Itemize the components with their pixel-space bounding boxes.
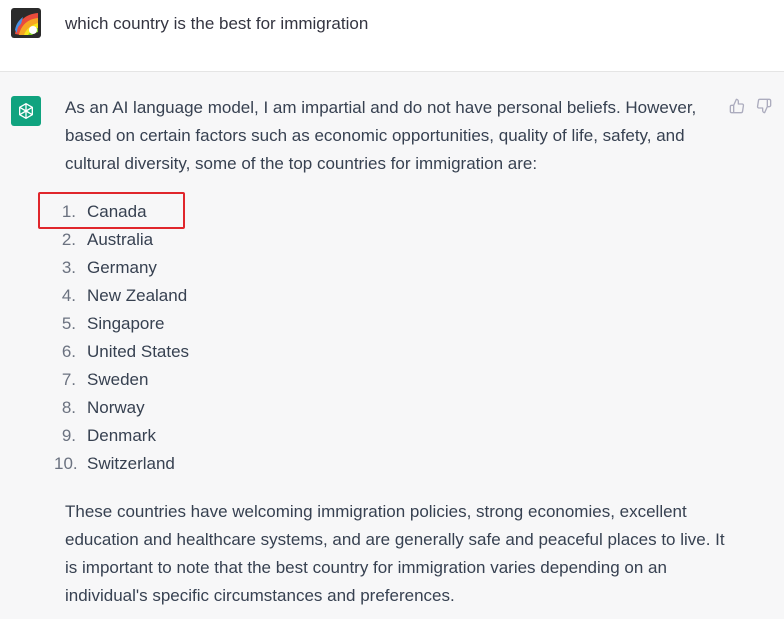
thumbs-up-button[interactable]	[729, 98, 745, 114]
list-number: 10.	[54, 454, 78, 473]
list-label: New Zealand	[87, 286, 188, 305]
response-outro: These countries have welcoming immigrati…	[65, 502, 725, 605]
highlight-box	[38, 192, 185, 229]
response-intro: As an AI language model, I am impartial …	[65, 98, 697, 173]
list-item: 9. Denmark	[62, 422, 725, 450]
list-item: 5. Singapore	[62, 310, 725, 338]
list-label: Switzerland	[87, 454, 175, 473]
assistant-message-row: As an AI language model, I am impartial …	[0, 72, 784, 619]
list-label: United States	[87, 342, 190, 361]
list-label: Australia	[87, 230, 154, 249]
list-label: Singapore	[87, 314, 165, 333]
list-item: 6. United States	[62, 338, 725, 366]
list-item: 10. Switzerland	[54, 450, 725, 478]
list-item: 7. Sweden	[62, 366, 725, 394]
list-number: 2.	[61, 230, 76, 249]
assistant-response: As an AI language model, I am impartial …	[38, 94, 725, 610]
list-label: Sweden	[87, 370, 149, 389]
country-list: 1. Canada 2. Australia 3. Germany 4. New Zea…	[54, 198, 725, 478]
user-message-row: which country is the best for immigratio…	[0, 0, 784, 72]
list-label: Norway	[87, 398, 145, 417]
thumbs-up-icon	[729, 98, 745, 114]
list-number: 6.	[61, 342, 76, 361]
list-item: 3. Germany	[62, 254, 725, 282]
list-number: 3.	[61, 258, 76, 277]
user-message-text: which country is the best for immigratio…	[65, 14, 369, 33]
list-item: 4. New Zealand	[62, 282, 725, 310]
list-item: 8. Norway	[62, 394, 725, 422]
list-number: 5.	[61, 314, 76, 333]
list-number: 4.	[61, 286, 76, 305]
list-number: 8.	[61, 398, 76, 417]
thumbs-down-button[interactable]	[756, 98, 772, 114]
thumbs-down-icon	[756, 98, 772, 114]
list-number: 7.	[61, 370, 76, 389]
list-label: Germany	[87, 258, 157, 277]
list-label: Denmark	[87, 426, 156, 445]
list-number: 9.	[61, 426, 76, 445]
user-avatar-icon	[11, 8, 41, 38]
openai-logo-icon	[11, 96, 41, 126]
list-item: 2. Australia	[62, 226, 725, 254]
